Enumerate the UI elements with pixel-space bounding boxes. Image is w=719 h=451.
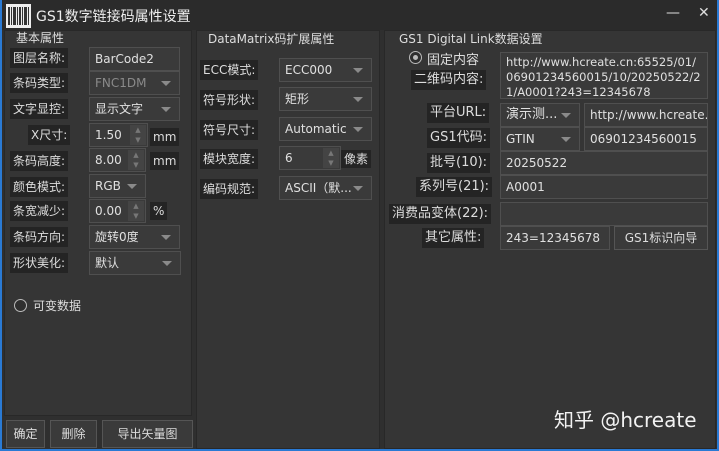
bar-reduce-spinbox[interactable]: 0.00 ▲ ▼ bbox=[89, 199, 146, 223]
text-display-select[interactable]: 显示文字 bbox=[89, 97, 180, 121]
symbol-shape-label: 符号形状: bbox=[200, 90, 259, 110]
module-width-value: 6 bbox=[285, 151, 293, 165]
other-attr-input[interactable]: 243=12345678 bbox=[500, 226, 610, 250]
layer-name-label: 图层名称: bbox=[10, 48, 69, 68]
basic-title: 基本属性 bbox=[16, 31, 65, 45]
variant-label: 消费品变体(22): bbox=[389, 204, 492, 224]
gs1-wizard-button[interactable]: GS1标识向导 bbox=[614, 226, 708, 250]
close-button[interactable]: ✕ bbox=[698, 5, 710, 21]
gs1-code-label: GS1代码: bbox=[427, 128, 490, 148]
x-size-label: X尺寸: bbox=[28, 125, 71, 145]
content-textarea[interactable]: http://www.hcreate.cn:65525/01/069012345… bbox=[500, 52, 708, 99]
delete-button[interactable]: 删除 bbox=[50, 420, 97, 448]
barcode-logo-icon bbox=[6, 4, 31, 28]
barcode-type-label: 条码类型: bbox=[10, 73, 69, 93]
encoding-label: 编码规范: bbox=[200, 179, 259, 199]
ecc-label: ECC模式: bbox=[200, 60, 259, 80]
ecc-select[interactable]: ECC000 bbox=[279, 58, 372, 82]
shape-label: 形状美化: bbox=[10, 253, 69, 273]
title-bar: GS1数字链接码属性设置 — ✕ bbox=[2, 0, 717, 30]
color-mode-label: 颜色模式: bbox=[10, 177, 69, 197]
batch-label: 批号(10): bbox=[427, 153, 491, 173]
layer-name-input[interactable]: BarCode2 bbox=[89, 47, 180, 71]
module-width-unit: 像素 bbox=[341, 150, 372, 168]
fixed-content-radio[interactable] bbox=[409, 51, 422, 64]
batch-input[interactable]: 20250522 bbox=[500, 151, 708, 175]
platform-url-label: 平台URL: bbox=[427, 103, 490, 123]
content-label: 二维码内容: bbox=[411, 70, 487, 90]
ok-button[interactable]: 确定 bbox=[6, 420, 45, 448]
shape-select[interactable]: 默认 bbox=[89, 251, 181, 275]
variable-data-radio[interactable] bbox=[14, 299, 27, 312]
color-mode-select[interactable]: RGB bbox=[89, 174, 146, 198]
datamatrix-title: DataMatrix码扩展属性 bbox=[208, 32, 335, 46]
gs1-code-input[interactable]: 06901234560015 bbox=[584, 127, 708, 151]
gs1-title: GS1 Digital Link数据设置 bbox=[399, 32, 543, 46]
text-display-label: 文字显控: bbox=[10, 99, 69, 119]
bar-reduce-label: 条宽减少: bbox=[10, 201, 69, 221]
window-title: GS1数字链接码属性设置 bbox=[36, 9, 191, 25]
watermark: 知乎 @hcreate bbox=[554, 408, 697, 432]
direction-select[interactable]: 旋转0度 bbox=[89, 225, 180, 249]
module-width-spinbox[interactable]: 6 ▲ ▼ bbox=[279, 146, 341, 170]
bar-height-spinbox[interactable]: 8.00 ▲ ▼ bbox=[89, 148, 146, 172]
variant-input[interactable] bbox=[500, 202, 708, 226]
x-size-value: 1.50 bbox=[95, 128, 122, 142]
export-vector-button[interactable]: 导出矢量图 bbox=[102, 420, 193, 448]
spin-arrows-icon[interactable]: ▲ ▼ bbox=[323, 148, 339, 168]
variable-data-label: 可变数据 bbox=[33, 299, 82, 313]
x-size-unit: mm bbox=[150, 128, 180, 146]
symbol-size-select[interactable]: Automatic bbox=[279, 117, 372, 141]
direction-label: 条码方向: bbox=[10, 227, 69, 247]
spin-arrows-icon[interactable]: ▲ ▼ bbox=[128, 201, 144, 221]
fixed-content-label: 固定内容 bbox=[427, 53, 480, 68]
bar-height-label: 条码高度: bbox=[10, 151, 69, 171]
gs1-code-select[interactable]: GTIN bbox=[500, 127, 580, 151]
spin-arrows-icon[interactable]: ▲ ▼ bbox=[128, 150, 144, 170]
bar-height-unit: mm bbox=[150, 152, 180, 170]
encoding-select[interactable]: ASCII（默... bbox=[279, 176, 372, 200]
barcode-type-select[interactable]: FNC1DM bbox=[89, 71, 180, 95]
symbol-size-label: 符号尺寸: bbox=[200, 120, 259, 140]
module-width-label: 模块宽度: bbox=[200, 149, 259, 169]
bar-reduce-value: 0.00 bbox=[95, 204, 122, 218]
other-attr-label: 其它属性: bbox=[422, 228, 485, 248]
x-size-spinbox[interactable]: 1.50 ▲ ▼ bbox=[89, 123, 148, 147]
serial-label: 系列号(21): bbox=[416, 177, 493, 197]
bar-reduce-unit: % bbox=[150, 202, 168, 220]
serial-input[interactable]: A0001 bbox=[500, 175, 708, 199]
bar-height-value: 8.00 bbox=[95, 153, 122, 167]
dialog-window: GS1数字链接码属性设置 — ✕ 基本属性 图层名称: BarCode2 条码类… bbox=[0, 0, 719, 451]
minimize-button[interactable]: — bbox=[666, 5, 680, 21]
spin-arrows-icon[interactable]: ▲ ▼ bbox=[130, 125, 146, 145]
platform-select[interactable]: 演示测... bbox=[500, 103, 580, 127]
symbol-shape-select[interactable]: 矩形 bbox=[279, 87, 372, 111]
platform-url-input[interactable]: http://www.hcreate.cn bbox=[584, 103, 708, 127]
